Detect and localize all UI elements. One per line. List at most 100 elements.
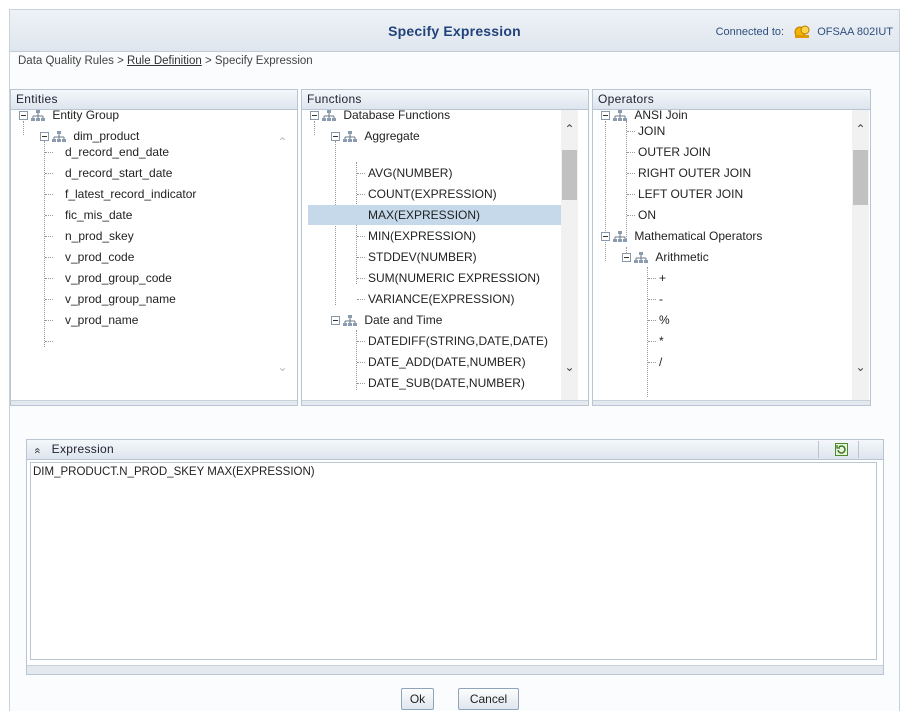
scroll-down-icon[interactable]: ⌄	[852, 360, 869, 374]
toolbar-separator	[818, 441, 819, 458]
tree-node-mathematical-operators[interactable]: Mathematical Operators	[601, 226, 762, 246]
tree-leaf[interactable]: f_latest_record_indicator	[65, 184, 196, 204]
folder-tree-icon	[613, 230, 627, 242]
entity-icon	[52, 130, 66, 142]
tree-node-label: Aggregate	[364, 129, 420, 143]
entity-group-icon	[31, 110, 45, 121]
expression-panel-header: » Expression	[27, 440, 883, 460]
tree-leaf[interactable]: %	[659, 310, 670, 330]
collapse-icon[interactable]: »	[29, 444, 48, 458]
tree-leaf[interactable]: v_prod_code	[65, 247, 134, 267]
dialog-frame: Specify Expression Connected to: OFSAA 8…	[9, 9, 900, 711]
expression-textarea[interactable]: DIM_PRODUCT.N_PROD_SKEY MAX(EXPRESSION)	[30, 462, 877, 660]
tree-leaf[interactable]: VARIANCE(EXPRESSION)	[368, 289, 514, 309]
tree-node-label: Entity Group	[52, 110, 120, 122]
tree-node-entity-group[interactable]: Entity Group	[19, 110, 119, 125]
entities-panel: Entities Entity Group dim_product d_reco…	[10, 89, 298, 406]
breadcrumb-current: Specify Expression	[214, 55, 313, 67]
folder-tree-icon	[613, 110, 627, 121]
panel-footer	[302, 400, 588, 405]
panel-footer	[27, 665, 883, 674]
tree-leaf[interactable]: OUTER JOIN	[638, 142, 711, 162]
tree-leaf[interactable]: AVG(NUMBER)	[368, 163, 452, 183]
breadcrumb-separator: >	[113, 55, 127, 67]
scroll-up-icon[interactable]: ⌃	[852, 122, 869, 136]
server-icon	[794, 25, 810, 38]
scroll-up-icon[interactable]: ⌃	[274, 135, 291, 149]
scrollbar-thumb[interactable]	[853, 150, 868, 205]
breadcrumb-separator: >	[201, 55, 215, 67]
breadcrumb-item: Data Quality Rules	[18, 55, 114, 67]
tree-leaf[interactable]: fic_mis_date	[65, 205, 132, 225]
tree-node-label: Database Functions	[343, 110, 451, 122]
tree-node-label: dim_product	[73, 129, 140, 143]
tree-leaf[interactable]: d_record_end_date	[65, 142, 169, 162]
tree-leaf-selected[interactable]: MAX(EXPRESSION)	[308, 205, 561, 225]
vertical-scrollbar[interactable]: ⌃ ⌄	[561, 110, 578, 400]
title-bar: Specify Expression Connected to: OFSAA 8…	[10, 10, 899, 52]
collapse-toggle[interactable]	[40, 132, 49, 142]
ok-button[interactable]: Ok	[401, 688, 434, 710]
breadcrumb: Data Quality Rules > Rule Definition > S…	[18, 55, 313, 67]
tree-leaf[interactable]: RIGHT OUTER JOIN	[638, 163, 751, 183]
scrollbar-thumb[interactable]	[562, 150, 577, 200]
collapse-toggle[interactable]	[19, 111, 28, 121]
vertical-scrollbar[interactable]: ⌃ ⌄	[852, 110, 869, 400]
tree-node-label: Date and Time	[364, 313, 443, 327]
functions-panel-title: Functions	[302, 90, 588, 110]
entities-tree[interactable]: Entity Group dim_product d_record_end_da…	[11, 110, 297, 400]
expression-panel: » Expression DIM_PRODUCT.N_PROD_SKEY MAX…	[26, 439, 884, 675]
entities-panel-title: Entities	[11, 90, 297, 110]
collapse-toggle[interactable]	[601, 111, 610, 121]
tree-leaf[interactable]: DATE_SUB(DATE,NUMBER)	[368, 373, 525, 393]
tree-leaf[interactable]: ON	[638, 205, 656, 225]
operators-panel-title: Operators	[593, 90, 870, 110]
scroll-up-icon[interactable]: ⌃	[561, 122, 578, 136]
tree-node-aggregate[interactable]: Aggregate	[331, 126, 420, 146]
collapse-toggle[interactable]	[601, 232, 610, 242]
tree-node-database-functions[interactable]: Database Functions	[310, 110, 450, 125]
tree-leaf[interactable]: *	[659, 331, 664, 351]
panel-footer	[11, 400, 297, 405]
collapse-toggle[interactable]	[331, 316, 340, 326]
panel-footer	[593, 400, 870, 405]
tree-leaf[interactable]: JOIN	[638, 121, 665, 141]
tree-leaf[interactable]: v_prod_group_code	[65, 268, 172, 288]
tree-leaf[interactable]: SUM(NUMERIC EXPRESSION)	[368, 268, 540, 288]
tree-leaf[interactable]: COUNT(EXPRESSION)	[368, 184, 497, 204]
tree-leaf[interactable]: DATE_ADD(DATE,NUMBER)	[368, 352, 526, 372]
operators-tree[interactable]: ANSI Join JOIN OUTER JOIN RIGHT OUTER JO…	[593, 110, 870, 400]
scroll-down-icon[interactable]: ⌄	[561, 360, 578, 374]
tree-node-arithmetic[interactable]: Arithmetic	[622, 247, 709, 267]
tree-leaf[interactable]: d_record_start_date	[65, 163, 172, 183]
functions-tree[interactable]: Database Functions Aggregate AVG(NUMBER)…	[302, 110, 588, 400]
functions-panel: Functions Database Functions Aggregate A…	[301, 89, 589, 406]
folder-tree-icon	[634, 251, 648, 263]
tree-leaf[interactable]: MIN(EXPRESSION)	[368, 226, 476, 246]
tree-leaf[interactable]: v_prod_name	[65, 310, 138, 330]
tree-leaf[interactable]: n_prod_skey	[65, 226, 134, 246]
tree-leaf[interactable]: LEFT OUTER JOIN	[638, 184, 743, 204]
operators-panel: Operators ANSI Join JOIN OUTER JOIN RIGH…	[592, 89, 871, 406]
tree-leaf[interactable]: /	[659, 352, 662, 372]
tree-leaf[interactable]: v_prod_group_name	[65, 289, 176, 309]
tree-node-label: Arithmetic	[655, 250, 709, 264]
tree-leaf[interactable]: +	[659, 268, 666, 288]
collapse-toggle[interactable]	[622, 253, 631, 263]
tree-leaf[interactable]: STDDEV(NUMBER)	[368, 247, 477, 267]
connected-server: OFSAA 802IUT	[817, 25, 893, 38]
collapse-toggle[interactable]	[331, 132, 340, 142]
toolbar-separator	[858, 441, 859, 458]
tree-node-date-and-time[interactable]: Date and Time	[331, 310, 442, 330]
folder-tree-icon	[322, 110, 336, 121]
refresh-icon[interactable]	[835, 443, 848, 456]
tree-leaf[interactable]: -	[659, 289, 663, 309]
folder-tree-icon	[343, 130, 357, 142]
breadcrumb-link-rule-definition[interactable]: Rule Definition	[127, 55, 202, 67]
scroll-down-icon[interactable]: ⌄	[274, 360, 291, 374]
connection-info: Connected to: OFSAA 802IUT	[716, 24, 893, 40]
cancel-button[interactable]: Cancel	[458, 688, 519, 710]
folder-tree-icon	[343, 314, 357, 326]
collapse-toggle[interactable]	[310, 111, 319, 121]
tree-leaf[interactable]: DATEDIFF(STRING,DATE,DATE)	[368, 331, 548, 351]
